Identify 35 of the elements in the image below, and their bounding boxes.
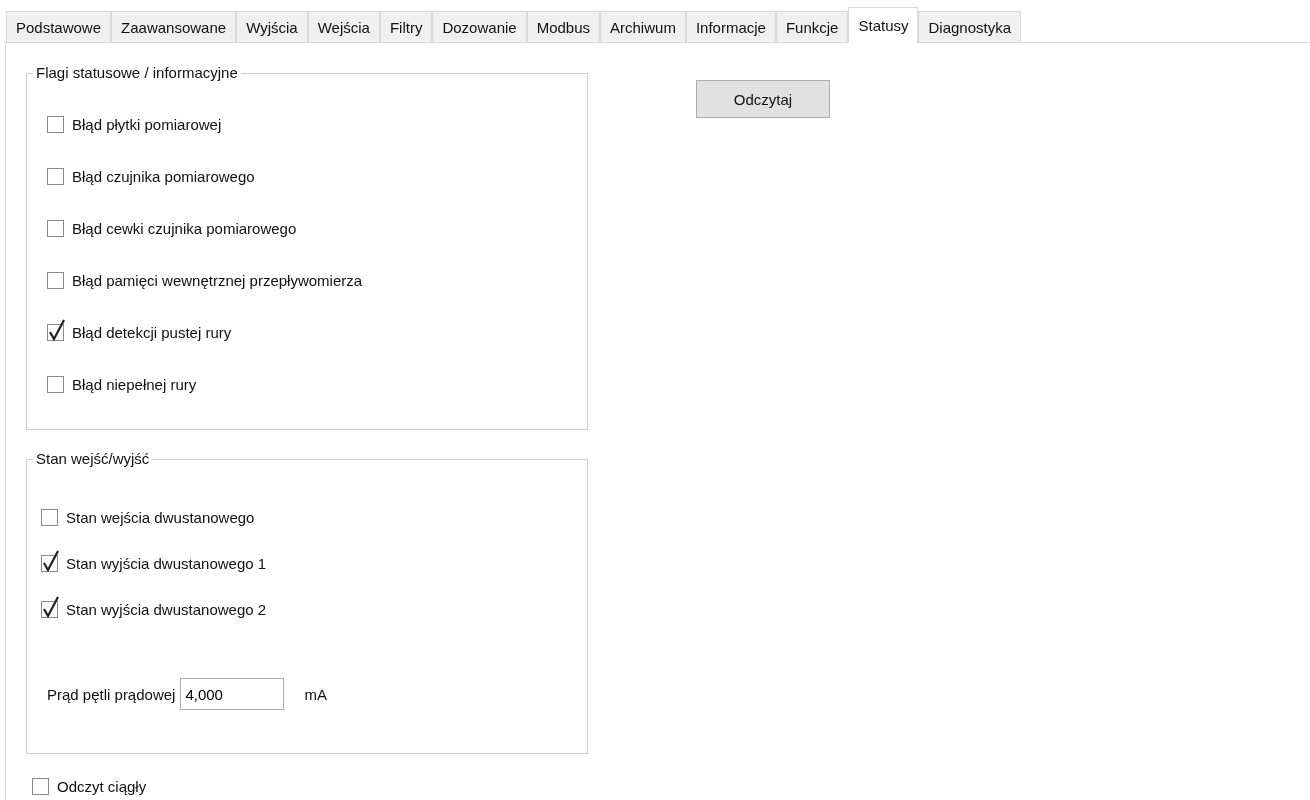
tab[interactable]: Funkcje: [775, 11, 849, 42]
checkbox-label: Błąd pamięci wewnętrznej przepływomierza: [72, 271, 363, 289]
field-label: Prąd pętli prądowej: [47, 685, 176, 703]
checkbox-label: Błąd detekcji pustej rury: [72, 323, 232, 341]
tab[interactable]: Filtry: [379, 11, 433, 42]
tab[interactable]: Archiwum: [600, 11, 686, 42]
checkbox[interactable]: [47, 375, 64, 393]
tab[interactable]: Wejścia: [307, 11, 380, 42]
checkbox-label: Stan wejścia dwustanowego: [66, 508, 255, 526]
unit-label: mA: [304, 685, 327, 703]
tab[interactable]: Dozowanie: [432, 11, 527, 42]
checkbox-label: Błąd czujnika pomiarowego: [72, 167, 255, 185]
checkbox-label: Stan wyjścia dwustanowego 2: [66, 600, 267, 618]
tab[interactable]: Modbus: [526, 11, 601, 42]
tab[interactable]: Zaawansowane: [111, 11, 237, 42]
tab[interactable]: Informacje: [685, 11, 776, 42]
tab[interactable]: Statusy: [848, 7, 919, 43]
tab[interactable]: Wyjścia: [236, 11, 308, 42]
group-title: Flagi statusowe / informacyjne: [33, 64, 241, 81]
checkbox[interactable]: [47, 219, 64, 237]
checkbox[interactable]: [47, 167, 64, 185]
tab[interactable]: Diagnostyka: [918, 11, 1022, 42]
read-button[interactable]: Odczytaj: [696, 80, 830, 118]
tab[interactable]: Podstawowe: [6, 11, 112, 42]
checkbox-label: Błąd płytki pomiarowej: [72, 115, 222, 133]
input-field[interactable]: 4,000: [180, 678, 285, 710]
checkbox[interactable]: [41, 508, 58, 526]
checkbox[interactable]: [47, 271, 64, 289]
checkbox-label: Błąd cewki czujnika pomiarowego: [72, 219, 297, 237]
checkbox[interactable]: [32, 778, 49, 795]
checkbox-label: Odczyt ciągły: [57, 778, 147, 795]
checkbox-label: Stan wyjścia dwustanowego 1: [66, 554, 267, 572]
checkbox[interactable]: [47, 115, 64, 133]
checkbox-label: Błąd niepełnej rury: [72, 375, 197, 393]
group-title: Stan wejść/wyjść: [33, 450, 153, 467]
